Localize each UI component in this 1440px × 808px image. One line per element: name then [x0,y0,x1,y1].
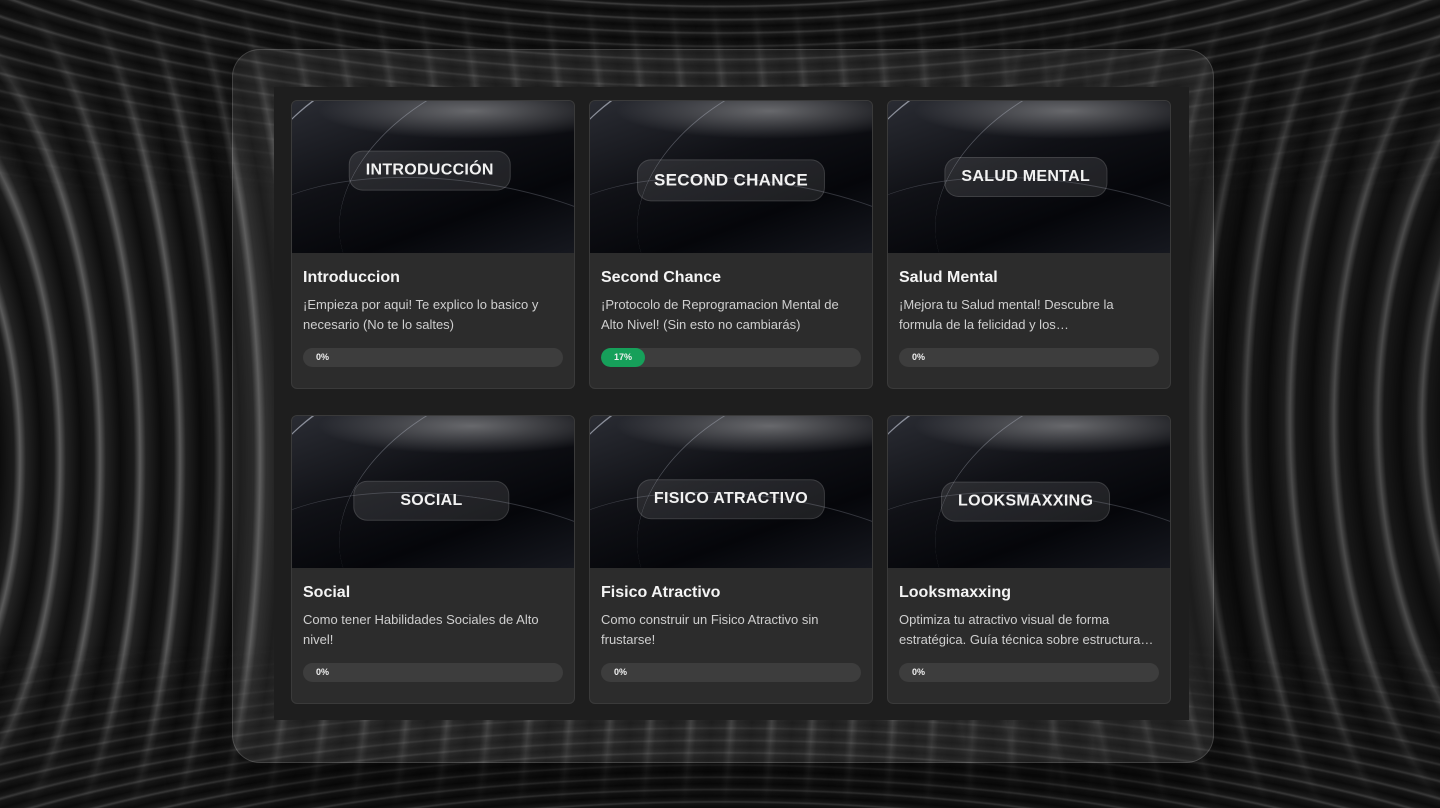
course-description: ¡Mejora tu Salud mental! Descubre la for… [899,297,1114,332]
progress-label: 0% [316,667,330,677]
course-thumbnail: SECOND CHANCE [590,101,872,253]
thumbnail-label: SECOND CHANCE [636,159,826,202]
thumbnail-label: SOCIAL [353,480,510,521]
course-title: Fisico Atractivo [601,584,721,601]
progress-label: 17% [614,352,633,362]
progress-label: 0% [912,352,926,362]
course-thumbnail: INTRODUCCIÓN [292,101,574,253]
course-title: Looksmaxxing [899,584,1012,601]
progress-bar: 0% [601,663,861,682]
thumbnail-label: FISICO ATRACTIVO [636,479,826,520]
course-card-fisico-atractivo[interactable]: FISICO ATRACTIVO Fisico Atractivo Como c… [589,415,873,704]
progress-bar: 0% [303,663,563,682]
course-thumbnail: SALUD MENTAL [888,101,1170,253]
course-description: Como construir un Fisico Atractivo sin f… [601,612,819,647]
course-title: Introduccion [303,269,400,286]
course-thumbnail: LOOKSMAXXING [888,416,1170,568]
course-card-salud-mental[interactable]: SALUD MENTAL Salud Mental ¡Mejora tu Sal… [887,100,1171,389]
course-description: ¡Empieza por aqui! Te explico lo basico … [303,297,539,332]
progress-bar: 0% [899,348,1159,367]
progress-label: 0% [316,352,330,362]
course-description: Como tener Habilidades Sociales de Alto … [303,612,539,647]
course-title: Second Chance [601,269,722,286]
course-title: Social [303,584,351,601]
progress-bar: 17% [601,348,861,367]
course-card-second-chance[interactable]: SECOND CHANCE Second Chance ¡Protocolo d… [589,100,873,389]
course-grid: INTRODUCCIÓN Introduccion ¡Empieza por a… [291,100,1171,704]
progress-bar: 0% [303,348,563,367]
course-card-looksmaxxing[interactable]: LOOKSMAXXING Looksmaxxing Optimiza tu at… [887,415,1171,704]
course-description: ¡Protocolo de Reprogramacion Mental de A… [601,297,839,332]
course-panel: INTRODUCCIÓN Introduccion ¡Empieza por a… [274,87,1189,720]
course-description: Optimiza tu atractivo visual de forma es… [899,612,1154,647]
thumbnail-label: INTRODUCCIÓN [348,150,511,191]
progress-bar: 0% [899,663,1159,682]
course-thumbnail: SOCIAL [292,416,574,568]
progress-label: 0% [614,667,628,677]
course-title: Salud Mental [899,269,998,286]
course-thumbnail: FISICO ATRACTIVO [590,416,872,568]
course-card-social[interactable]: SOCIAL Social Como tener Habilidades Soc… [291,415,575,704]
thumbnail-label: LOOKSMAXXING [941,481,1111,522]
progress-label: 0% [912,667,926,677]
thumbnail-label: SALUD MENTAL [944,157,1108,197]
course-card-introduccion[interactable]: INTRODUCCIÓN Introduccion ¡Empieza por a… [291,100,575,389]
